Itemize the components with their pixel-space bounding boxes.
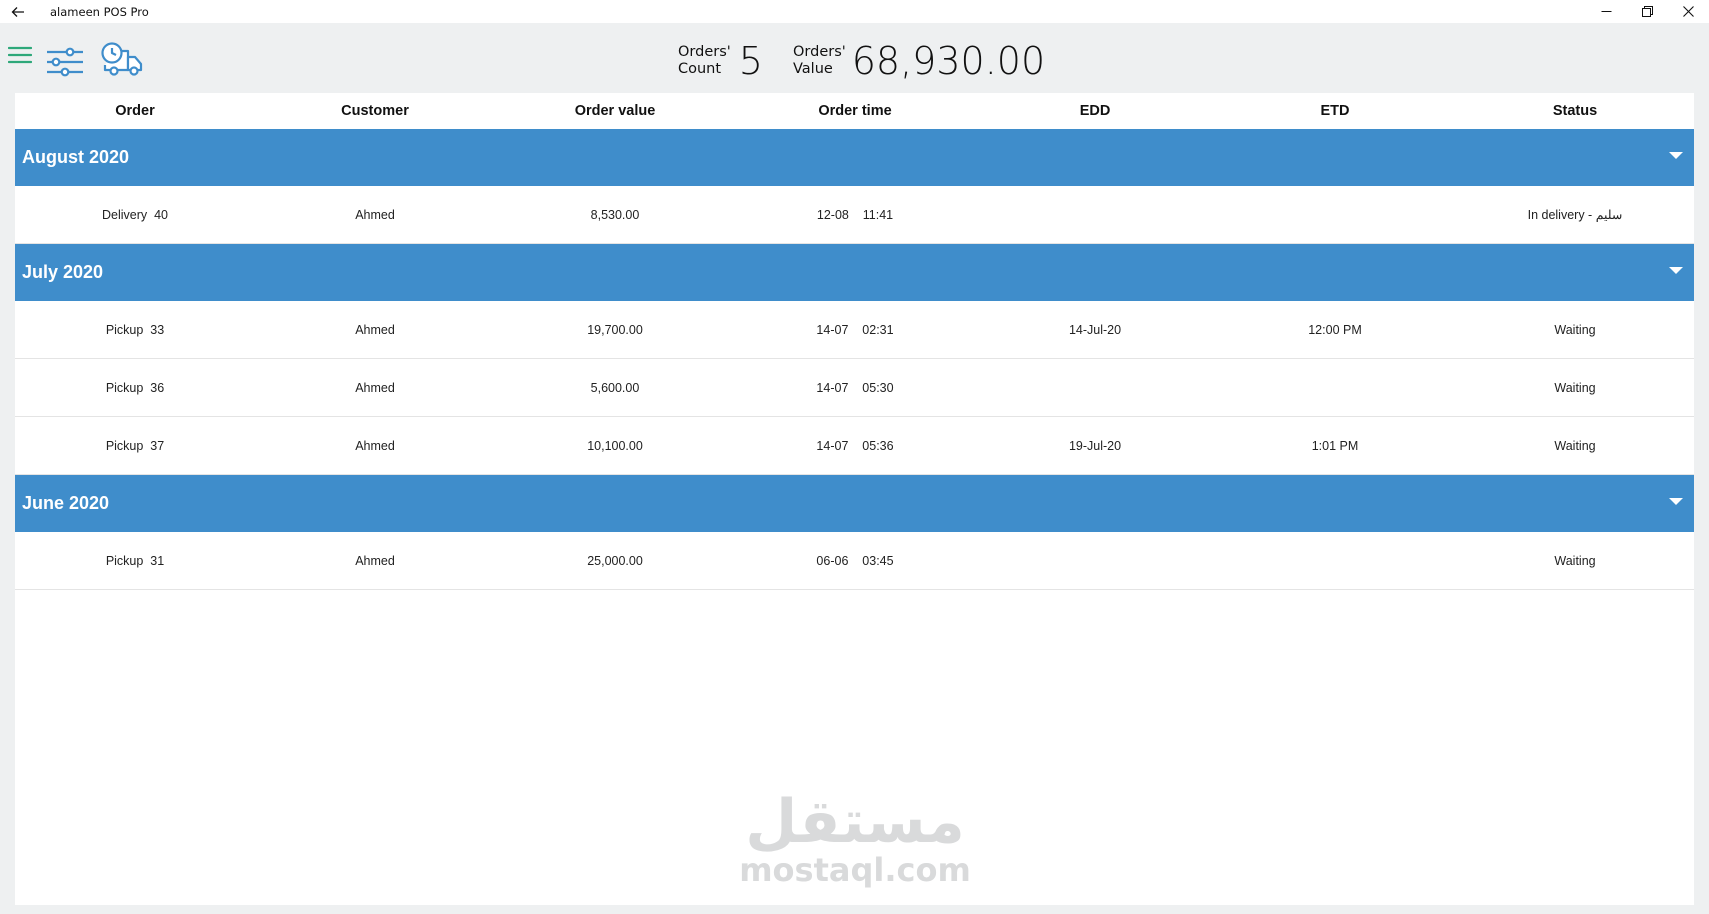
- orders-value-stat: Orders' Value 68,930.00: [793, 38, 1045, 83]
- column-header-edd[interactable]: EDD: [975, 103, 1215, 119]
- cell-order-time: 12-08 11:41: [816, 207, 894, 222]
- column-header-order[interactable]: Order: [15, 103, 255, 119]
- chevron-down-icon[interactable]: [1669, 497, 1683, 507]
- group-header-july-2020[interactable]: July 2020: [15, 244, 1694, 301]
- cell-order-value: 5,600.00: [590, 380, 640, 395]
- group-title: August 2020: [22, 147, 130, 167]
- cell-customer: Ahmed: [355, 553, 395, 568]
- cell-customer: Ahmed: [355, 438, 395, 453]
- cell-edd: 14-Jul-20: [1068, 322, 1122, 337]
- cell-customer: Ahmed: [355, 322, 395, 337]
- group-title: June 2020: [22, 493, 110, 513]
- toolbar: Orders' Count 5 Orders' Value 68,930.00: [0, 23, 1709, 92]
- cell-order-value: 25,000.00: [587, 553, 643, 568]
- orders-count-label-line1: Orders': [678, 43, 731, 60]
- cell-order-time: 06-06 03:45: [816, 553, 894, 568]
- orders-count-label-line2: Count: [678, 60, 722, 77]
- orders-grid: Order Customer Order value Order time ED…: [15, 93, 1694, 905]
- minimize-icon: [1601, 11, 1612, 12]
- filter-sliders-icon: [47, 47, 83, 77]
- menu-button[interactable]: [7, 44, 33, 66]
- cell-order-value: 8,530.00: [590, 207, 640, 222]
- cell-status: Waiting: [1554, 438, 1596, 453]
- table-row[interactable]: Pickup 37 Ahmed 10,100.00 14-07 05:36 19…: [15, 417, 1694, 475]
- column-header-order-value[interactable]: Order value: [495, 103, 735, 119]
- close-icon: [1683, 6, 1694, 17]
- cell-customer: Ahmed: [355, 207, 395, 222]
- cell-order-time: 14-07 05:30: [816, 380, 894, 395]
- back-button[interactable]: [0, 0, 36, 23]
- cell-order-time: 14-07 02:31: [816, 322, 894, 337]
- column-header-status[interactable]: Status: [1455, 103, 1695, 119]
- cell-order: Pickup 36: [105, 380, 165, 395]
- cell-status: Waiting: [1554, 322, 1596, 337]
- delivery-truck-clock-icon: [101, 42, 143, 76]
- back-arrow-icon: [11, 6, 24, 17]
- group-header-june-2020[interactable]: June 2020: [15, 475, 1694, 532]
- cell-order: Delivery 40: [102, 207, 168, 222]
- column-header-etd[interactable]: ETD: [1215, 103, 1455, 119]
- delivery-button[interactable]: [100, 40, 144, 78]
- minimize-button[interactable]: [1586, 0, 1627, 23]
- cell-status: Waiting: [1554, 380, 1596, 395]
- menu-icon: [8, 46, 32, 64]
- table-row[interactable]: Pickup 33 Ahmed 19,700.00 14-07 02:31 14…: [15, 301, 1694, 359]
- cell-etd: 12:00 PM: [1308, 322, 1362, 337]
- cell-order-value: 19,700.00: [587, 322, 643, 337]
- cell-etd: 1:01 PM: [1311, 438, 1359, 453]
- orders-value-label-line2: Value: [793, 60, 833, 77]
- cell-order: Pickup 37: [105, 438, 165, 453]
- column-header-customer[interactable]: Customer: [255, 103, 495, 119]
- chevron-down-icon[interactable]: [1669, 266, 1683, 276]
- cell-order-value: 10,100.00: [587, 438, 643, 453]
- table-row[interactable]: Delivery 40 Ahmed 8,530.00 12-08 11:41 I…: [15, 186, 1694, 244]
- column-header-order-time[interactable]: Order time: [735, 103, 975, 119]
- cell-status: In delivery - سليم: [1527, 208, 1623, 222]
- cell-order: Pickup 31: [105, 553, 165, 568]
- window-controls: [1586, 0, 1709, 23]
- title-bar: alameen POS Pro: [0, 0, 1709, 23]
- cell-edd: 19-Jul-20: [1068, 438, 1122, 453]
- cell-status: Waiting: [1554, 553, 1596, 568]
- table-row[interactable]: Pickup 31 Ahmed 25,000.00 06-06 03:45 Wa…: [15, 532, 1694, 590]
- group-header-august-2020[interactable]: August 2020: [15, 129, 1694, 186]
- orders-value-label-line1: Orders': [793, 43, 846, 60]
- group-title: July 2020: [22, 262, 104, 282]
- orders-count-value: 5: [738, 38, 763, 83]
- grid-header: Order Customer Order value Order time ED…: [15, 93, 1694, 129]
- cell-order-time: 14-07 05:36: [816, 438, 894, 453]
- cell-customer: Ahmed: [355, 380, 395, 395]
- cell-order: Pickup 33: [105, 322, 165, 337]
- orders-value-amount: 68,930.00: [851, 38, 1046, 83]
- table-row[interactable]: Pickup 36 Ahmed 5,600.00 14-07 05:30 Wai…: [15, 359, 1694, 417]
- restore-icon: [1642, 6, 1653, 17]
- filter-button[interactable]: [45, 45, 85, 79]
- close-button[interactable]: [1668, 0, 1709, 23]
- chevron-down-icon[interactable]: [1669, 151, 1683, 161]
- orders-count-stat: Orders' Count 5: [678, 38, 763, 83]
- app-title: alameen POS Pro: [50, 4, 149, 19]
- restore-button[interactable]: [1627, 0, 1668, 23]
